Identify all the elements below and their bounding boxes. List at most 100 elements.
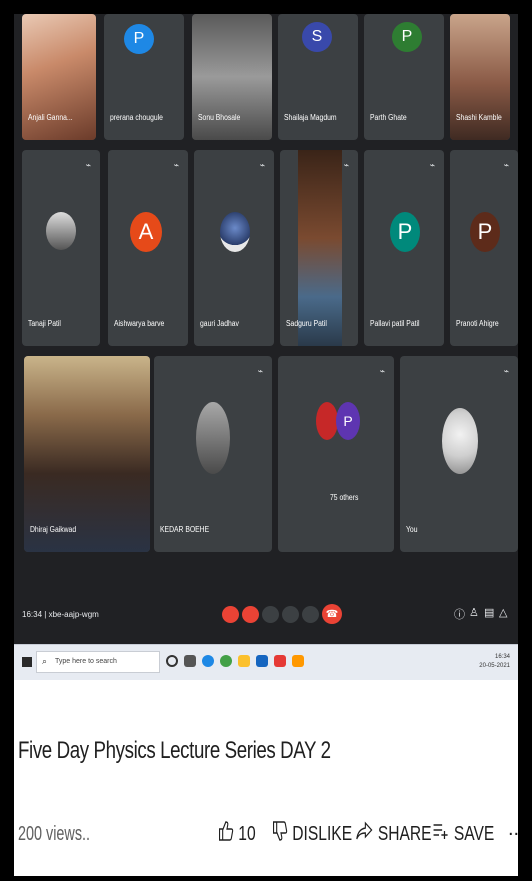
file-explorer-icon[interactable] [238,655,250,667]
muted-mic-icon: ⌁ [343,160,349,170]
participant-avatar: P [470,212,500,252]
participant-name: Shailaja Magdum [284,113,337,122]
windows-taskbar: ⌕ Type here to search 16:34 20-05-2021 [14,644,518,680]
meeting-code: xbe-aajp-wgm [48,610,99,619]
clock-time: 16:34 [494,654,510,660]
activities-icon[interactable]: △ [499,606,507,619]
mic-toggle-button[interactable] [222,606,239,623]
participant-name: Sonu Bhosale [198,113,241,122]
participant-count: 75 others [330,493,359,502]
participant-name: Parth Ghate [370,113,407,122]
edge-icon[interactable] [202,655,214,667]
dislike-label: DISLIKE [292,822,353,845]
participant-name: Dhiraj Gaikwad [30,525,77,534]
share-button[interactable]: SHARE [356,820,432,848]
participant-avatar: S [302,22,332,52]
cortana-icon[interactable] [166,655,178,667]
camera-toggle-button[interactable] [242,606,259,623]
save-playlist-icon [432,820,449,848]
meeting-info: 16:34 | xbe-aajp-wgm [22,610,99,619]
participant-tile[interactable]: Sonu Bhosale [192,14,272,140]
participant-avatar [316,402,338,440]
muted-mic-icon: ⌁ [85,160,91,170]
chat-icon[interactable]: ▤ [484,606,494,619]
participant-tile[interactable]: ⌁ gauri Jadhav [194,150,274,346]
dislike-button[interactable]: DISLIKE [272,820,352,848]
participant-avatar [442,408,478,474]
save-button[interactable]: SAVE [432,820,494,848]
like-button[interactable]: 10 [218,820,256,848]
participant-name: Tanaji Patil [28,319,61,328]
view-count: 200 views.. [18,823,91,845]
app-icon[interactable] [274,655,286,667]
participant-avatar [196,402,230,474]
participant-tile[interactable]: ⌁ P 75 others [278,356,394,552]
store-icon[interactable] [256,655,268,667]
meeting-screen: Anjali Ganna... P prerana chougule Sonu … [14,14,518,644]
participant-avatar: P [336,402,360,440]
muted-mic-icon: ⌁ [379,366,385,376]
participant-tile[interactable]: ⌁ A Aishwarya barve [108,150,188,346]
muted-mic-icon: ⌁ [503,366,509,376]
participant-name: KEDAR BOEHE [160,525,210,534]
search-icon: ⌕ [42,656,48,666]
muted-mic-icon: ⌁ [173,160,179,170]
windows-start-icon[interactable] [22,657,32,667]
search-placeholder: Type here to search [55,658,117,665]
participant-name: Shashi Kamble [456,113,502,122]
participant-name: prerana chougule [110,113,163,122]
participant-tile[interactable]: Shashi Kamble [450,14,510,140]
task-view-icon[interactable] [184,655,196,667]
participant-photo [298,150,342,346]
participant-avatar [46,212,76,250]
info-icon[interactable]: ⓘ [454,606,465,622]
muted-mic-icon: ⌁ [503,160,509,170]
participant-tile-self[interactable]: ⌁ You [400,356,518,552]
video-title: Five Day Physics Lecture Series DAY 2 [18,737,331,764]
participant-tile[interactable]: P prerana chougule [104,14,184,140]
participant-tile[interactable]: Dhiraj Gaikwad [24,356,150,552]
participant-name: Anjali Ganna... [28,113,73,122]
participant-tile[interactable]: P Parth Ghate [364,14,444,140]
more-icon[interactable]: ... [508,818,525,841]
participant-name: You [406,525,418,534]
participant-avatar: P [124,24,154,54]
muted-mic-icon: ⌁ [257,366,263,376]
share-label: SHARE [377,822,432,845]
participant-avatar: P [392,22,422,52]
meeting-controls-bar: 16:34 | xbe-aajp-wgm ☎ ⓘ ♙ ▤ △ [14,574,518,644]
taskbar-search-input[interactable]: ⌕ Type here to search [36,651,160,673]
system-tray-clock[interactable]: 16:34 20-05-2021 [479,653,510,671]
participant-tile[interactable]: ⌁ Sadguru Patil [280,150,358,346]
raise-hand-button[interactable] [262,606,279,623]
participant-name: gauri Jadhav [200,319,239,328]
frame-border-bottom [0,876,532,881]
share-icon [356,820,373,848]
thumbs-up-icon [218,820,234,848]
participant-avatar: P [390,212,420,252]
end-call-button[interactable]: ☎ [322,604,342,624]
app-icon[interactable] [292,655,304,667]
participant-avatar [220,212,250,252]
participant-name: Pranoti Ahigre [456,319,499,328]
participant-tile[interactable]: ⌁ P Pallavi patil Patil [364,150,444,346]
participant-tile[interactable]: Anjali Ganna... [22,14,96,140]
participant-tile[interactable]: ⌁ Tanaji Patil [22,150,100,346]
participant-name: Aishwarya barve [114,319,165,328]
muted-mic-icon: ⌁ [259,160,265,170]
thumbs-down-icon [272,820,288,848]
more-options-button[interactable] [302,606,319,623]
present-button[interactable] [282,606,299,623]
participant-avatar: A [130,212,162,252]
meeting-time: 16:34 [22,610,43,619]
participant-tile[interactable]: S Shailaja Magdum [278,14,358,140]
participant-photo [24,356,150,552]
like-count: 10 [238,822,256,845]
muted-mic-icon: ⌁ [429,160,435,170]
participant-name: Pallavi patil Patil [370,319,420,328]
chrome-icon[interactable] [220,655,232,667]
participant-tile[interactable]: ⌁ KEDAR BOEHE [154,356,272,552]
participant-tile[interactable]: ⌁ P Pranoti Ahigre [450,150,518,346]
save-label: SAVE [453,822,495,845]
people-icon[interactable]: ♙ [469,606,479,619]
